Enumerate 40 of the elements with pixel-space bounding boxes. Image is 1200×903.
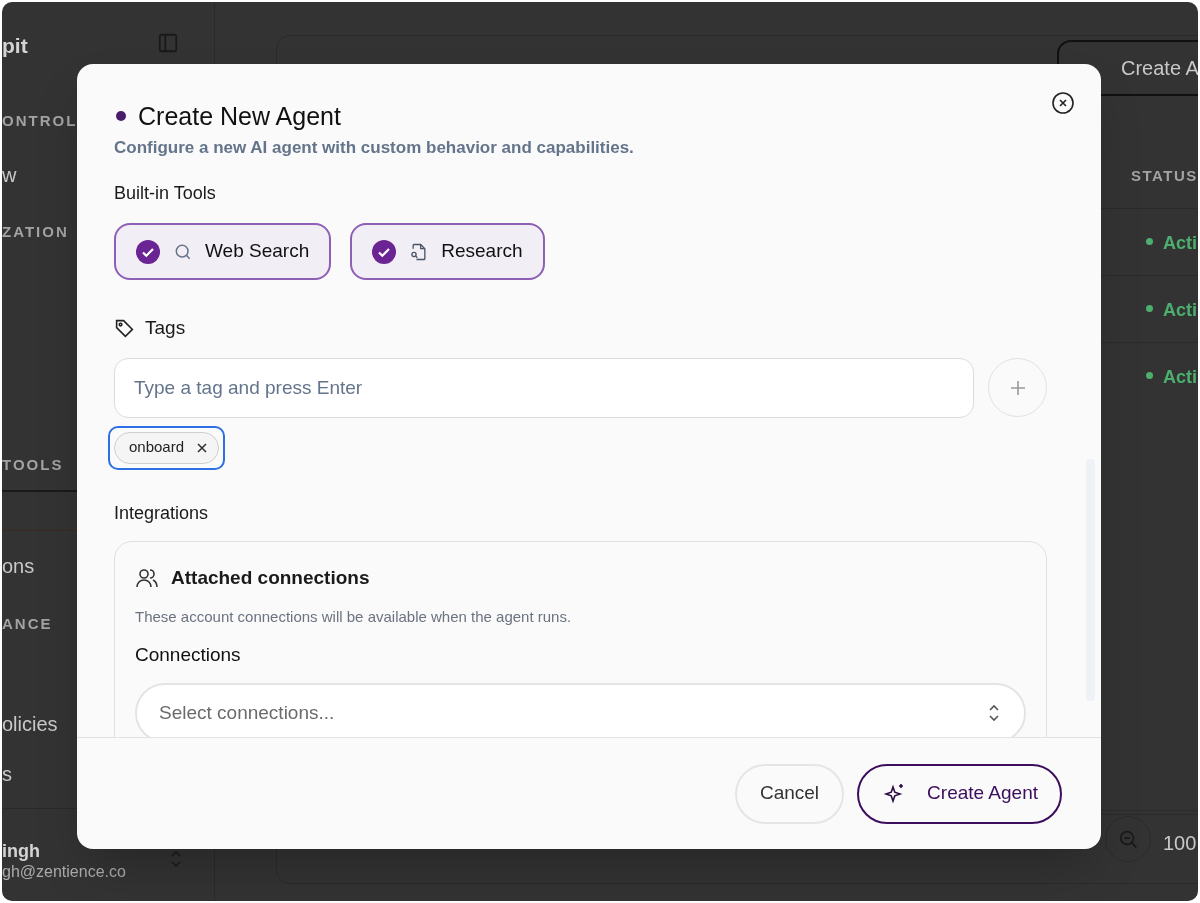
create-agent-button[interactable]: Create Agent	[857, 763, 1062, 824]
sidebar-item[interactable]: s	[2, 759, 12, 789]
section-label: Tags	[145, 316, 186, 340]
user-email: gh@zentience.co	[2, 862, 126, 882]
user-name: ingh	[2, 840, 40, 863]
cancel-button[interactable]: Cancel	[734, 763, 845, 824]
sidebar-item[interactable]: olicies	[2, 709, 58, 739]
chevron-updown-icon	[986, 702, 1002, 724]
tag-input-field[interactable]: Type a tag and press Enter	[114, 357, 974, 418]
dialog-title: Create New Agent	[138, 101, 341, 132]
tag-icon	[114, 317, 135, 339]
zoom-level: 100	[1163, 831, 1197, 856]
close-icon	[1051, 91, 1075, 115]
sidebar-item[interactable]: w	[2, 160, 17, 190]
section-label: Integrations	[114, 501, 210, 525]
status-text: Acti	[1163, 299, 1197, 322]
card-title: Attached connections	[171, 565, 370, 590]
status-text: Acti	[1163, 366, 1197, 389]
section-label: Built-in Tools	[114, 182, 217, 205]
checked-circle-icon	[372, 239, 397, 264]
checked-circle-icon	[136, 239, 160, 264]
sidebar-item[interactable]: ons	[2, 551, 35, 581]
dialog-subtitle: Configure a new AI agent with custom behavior and capabilities.	[114, 137, 635, 159]
tag-chip[interactable]: onboard	[108, 425, 226, 470]
remove-icon[interactable]	[196, 441, 209, 454]
connections-select[interactable]: Select connections...	[135, 683, 1026, 737]
tool-toggle[interactable]: Web Search	[114, 223, 332, 280]
close-button[interactable]	[1051, 91, 1075, 115]
sidebar-section-label: ONTROL	[2, 111, 78, 131]
zoom-out-icon	[1117, 828, 1139, 850]
column-header: STATUS	[1131, 166, 1198, 186]
sidebar-section-label: ANCE	[2, 614, 53, 634]
field-label: Connections	[135, 642, 242, 667]
sidebar-section-label: ZATION	[2, 222, 69, 242]
tool-toggle[interactable]: Research	[350, 223, 545, 280]
status-text: Acti	[1163, 232, 1197, 255]
sidebar-toggle-icon[interactable]	[157, 32, 179, 54]
card-description: These account connections will be available when the agent runs.	[135, 607, 573, 627]
app-name: pit	[2, 33, 28, 59]
sidebar-section-label: TOOLS	[2, 455, 64, 475]
